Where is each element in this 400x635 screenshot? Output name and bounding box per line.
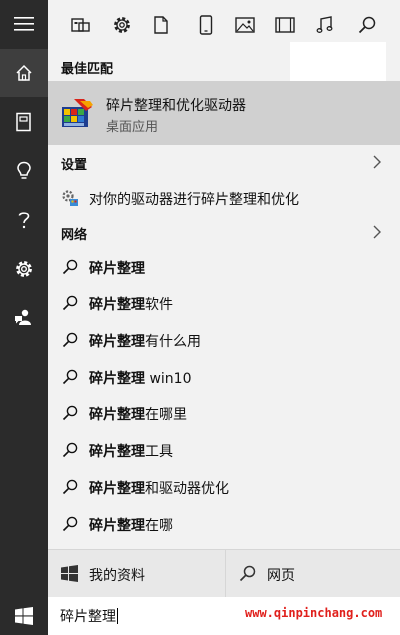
best-match-subtitle: 桌面应用 — [106, 120, 159, 135]
gear-icon — [16, 261, 32, 277]
tablet-icon — [199, 15, 213, 35]
search-query: 碎片整理 — [60, 609, 116, 625]
notebook-icon — [16, 112, 31, 132]
defrag-app-icon — [62, 99, 93, 127]
search-icon — [62, 479, 78, 495]
rail-settings-button[interactable] — [0, 245, 48, 293]
filter-videos-button[interactable] — [272, 12, 298, 38]
best-match-title: 碎片整理和优化驱动器 — [106, 98, 246, 114]
scope-bar: 我的资料 网页 — [48, 549, 400, 597]
search-icon — [358, 16, 376, 34]
home-icon — [16, 64, 32, 81]
settings-result-label: 对你的驱动器进行碎片整理和优化 — [89, 192, 299, 208]
my-stuff-button[interactable]: 我的资料 — [48, 550, 224, 597]
filter-photos-button[interactable] — [232, 12, 258, 38]
rail-home-button[interactable] — [0, 49, 48, 97]
rail-notebook-button[interactable] — [0, 98, 48, 146]
my-stuff-label: 我的资料 — [89, 568, 145, 584]
watermark: www.qinpinchang.com — [245, 606, 383, 620]
network-chevron-right-icon[interactable] — [371, 225, 383, 239]
settings-header: 设置 — [61, 158, 88, 173]
search-icon — [62, 332, 78, 348]
suggestion-bold: 碎片整理 — [89, 407, 145, 423]
suggestion-rest: win10 — [145, 371, 192, 387]
suggestion-bold: 碎片整理 — [89, 518, 145, 534]
settings-gear-icon — [62, 190, 78, 206]
rail-insights-button[interactable] — [0, 147, 48, 195]
left-rail — [0, 0, 48, 635]
best-match-header: 最佳匹配 — [61, 62, 114, 77]
filter-web-button[interactable] — [354, 12, 380, 38]
hamburger-icon — [14, 17, 34, 31]
settings-result[interactable]: 对你的驱动器进行碎片整理和优化 — [48, 184, 400, 212]
web-label: 网页 — [267, 568, 295, 584]
suggestion-rest: 在哪里 — [145, 407, 187, 423]
feedback-icon — [15, 309, 31, 325]
web-button[interactable]: 网页 — [225, 550, 400, 597]
suggestion-bold: 碎片整理 — [89, 371, 145, 387]
search-icon — [62, 295, 78, 311]
suggestion-rest: 和驱动器优化 — [145, 481, 229, 497]
suggestion-item[interactable]: 碎片整理在哪 — [48, 507, 400, 541]
suggestion-item[interactable]: 碎片整理和驱动器优化 — [48, 470, 400, 504]
search-icon — [239, 565, 256, 582]
suggestion-item[interactable]: 碎片整理工具 — [48, 433, 400, 467]
suggestion-item[interactable]: 碎片整理软件 — [48, 286, 400, 320]
suggestion-rest: 在哪 — [145, 518, 173, 534]
suggestion-rest: 有什么用 — [145, 334, 201, 350]
music-icon — [316, 16, 333, 33]
search-icon — [62, 516, 78, 532]
search-icon — [62, 369, 78, 385]
lightbulb-icon — [17, 161, 31, 179]
videos-icon — [275, 17, 295, 33]
filter-settings-button[interactable] — [109, 12, 135, 38]
search-icon — [62, 405, 78, 421]
filter-devices-button[interactable] — [193, 12, 219, 38]
suggestion-bold: 碎片整理 — [89, 481, 145, 497]
search-icon — [62, 259, 78, 275]
search-icon — [62, 442, 78, 458]
text-caret — [117, 608, 118, 624]
hamburger-menu-button[interactable] — [0, 0, 48, 48]
best-match-result[interactable]: 碎片整理和优化驱动器 桌面应用 — [48, 81, 400, 145]
photos-icon — [235, 17, 255, 33]
suggestion-item[interactable]: 碎片整理在哪里 — [48, 396, 400, 430]
filter-apps-button[interactable] — [68, 12, 94, 38]
start-button[interactable] — [0, 597, 48, 635]
suggestion-item[interactable]: 碎片整理 win10 — [48, 360, 400, 394]
suggestion-bold: 碎片整理 — [89, 297, 145, 313]
suggestion-item[interactable]: 碎片整理有什么用 — [48, 323, 400, 357]
documents-icon — [154, 16, 168, 34]
filter-music-button[interactable] — [312, 12, 338, 38]
suggestion-rest: 工具 — [145, 444, 173, 460]
windows-logo-icon — [15, 607, 33, 625]
network-header: 网络 — [61, 228, 88, 243]
rail-help-button[interactable] — [0, 196, 48, 244]
suggestion-bold: 碎片整理 — [89, 334, 145, 350]
help-icon — [18, 212, 30, 229]
suggestion-item[interactable]: 碎片整理 — [48, 250, 400, 284]
apps-icon — [71, 18, 90, 32]
settings-icon — [114, 17, 130, 33]
suggestion-bold: 碎片整理 — [89, 261, 145, 277]
rail-feedback-button[interactable] — [0, 294, 48, 342]
filter-documents-button[interactable] — [148, 12, 174, 38]
settings-chevron-right-icon[interactable] — [371, 155, 383, 169]
suggestion-bold: 碎片整理 — [89, 444, 145, 460]
windows-logo-icon — [61, 565, 78, 582]
suggestion-rest: 软件 — [145, 297, 173, 313]
